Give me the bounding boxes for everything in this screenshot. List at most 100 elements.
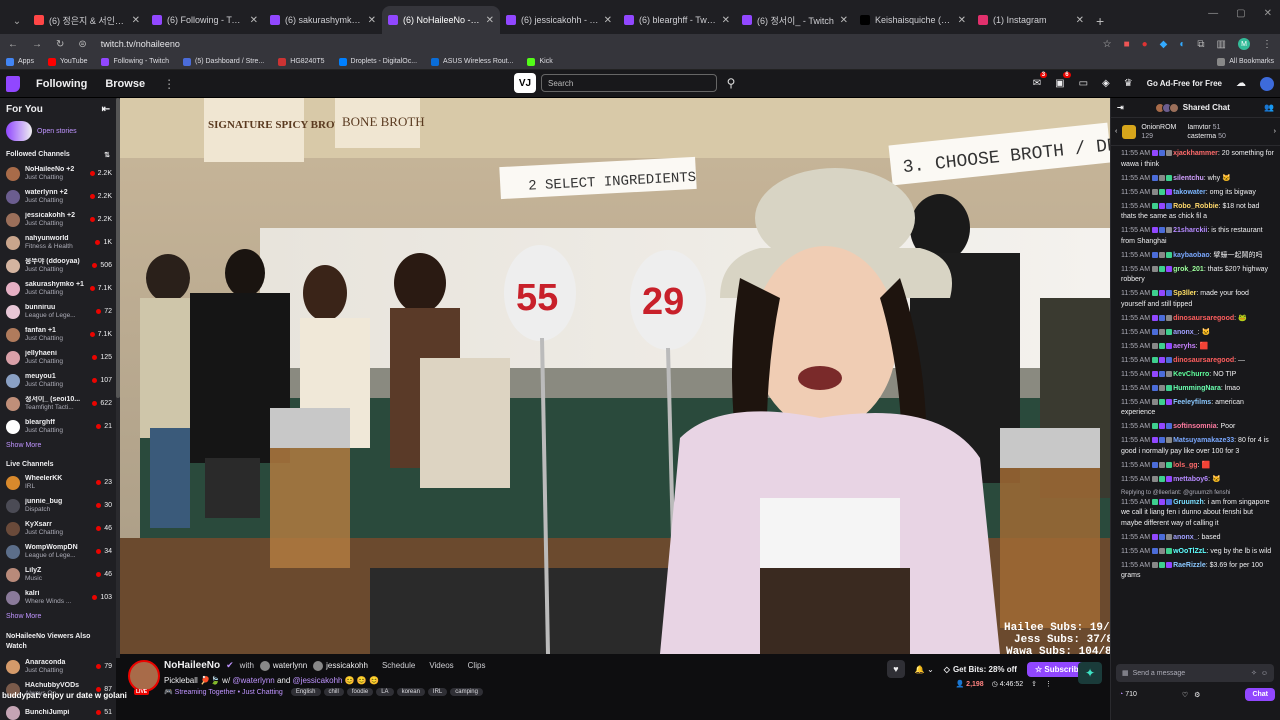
chat-username[interactable]: Sp3ller (1173, 290, 1196, 297)
browser-tab[interactable]: (6) sakurashymko - Twitch ✕ (264, 6, 382, 34)
leaderboard-prev-icon[interactable]: ‹ (1115, 128, 1117, 135)
chat-username[interactable]: dinosaursaregood (1173, 357, 1234, 364)
extension-icon-4[interactable]: ◐ (1179, 39, 1185, 50)
bookmark-item[interactable]: Kick (527, 57, 553, 66)
sidebar-channel[interactable]: kalri Where Winds ... 103 (0, 586, 116, 609)
sidebar-channel[interactable]: junnie_bug Dispatch 30 (0, 494, 116, 517)
browser-tab[interactable]: (6) Following - Twitch ✕ (146, 6, 264, 34)
bookmark-item[interactable]: ASUS Wireless Rout... (431, 57, 513, 66)
sidebar-channel[interactable]: 뭉뚜야 (ddooyaa) Just Chatting 506 (0, 254, 116, 277)
chat-username[interactable]: Gruumzh (1173, 499, 1204, 506)
chat-username[interactable]: HummingNara (1173, 385, 1221, 392)
vj-extension-button[interactable]: VJ (514, 73, 536, 93)
chat-username[interactable]: KevChurro (1173, 371, 1209, 378)
browse-link[interactable]: Browse (105, 78, 145, 90)
tab-close-icon[interactable]: ✕ (1076, 15, 1084, 26)
new-tab-button[interactable]: + (1096, 8, 1104, 34)
chat-username[interactable]: RaeRizzle (1173, 562, 1206, 569)
browser-tab[interactable]: (6) jessicakohh - Twitch ✕ (500, 6, 618, 34)
inbox-icon[interactable]: ✉ 3 (1033, 72, 1048, 89)
stream-tag[interactable]: LA (376, 688, 394, 696)
stream-tag[interactable]: English (290, 688, 321, 696)
collapse-chat-icon[interactable]: ⇥ (1117, 103, 1124, 112)
mention-jessicakohh[interactable]: @jessicakohh (293, 676, 343, 685)
collab-jessicakohh[interactable]: jessicakohh (313, 660, 368, 671)
stream-tag[interactable]: foodie (346, 688, 374, 696)
chat-username[interactable]: aeryhs (1173, 343, 1196, 350)
tab-close-icon[interactable]: ✕ (840, 15, 848, 26)
sidebar-channel[interactable]: blearghff Just Chatting 21 (0, 415, 116, 438)
sidebar-channel[interactable]: WheelerKK IRL 23 (0, 471, 116, 494)
bookmark-item[interactable]: Apps (6, 57, 34, 66)
browser-tab[interactable]: (1) Instagram ✕ (972, 6, 1090, 34)
browser-tab[interactable]: (6) NoHaileeNo - Twitch ✕ (382, 6, 500, 34)
extensions-puzzle-icon[interactable]: ⧉ (1197, 39, 1204, 50)
emote-picker-icon[interactable]: ☺ (1261, 670, 1268, 677)
user-avatar[interactable] (1260, 76, 1274, 91)
whispers-icon[interactable]: ▭ (1079, 78, 1088, 89)
sidebar-channel[interactable]: KyXsarr Just Chatting 46 (0, 517, 116, 540)
tab-close-icon[interactable]: ✕ (250, 15, 258, 26)
tab-close-icon[interactable]: ✕ (722, 15, 730, 26)
sidebar-channel[interactable]: meuyou1 Just Chatting 107 (0, 369, 116, 392)
chat-username[interactable]: 21sharckii (1173, 227, 1207, 234)
sidebar-channel[interactable]: 정서이_ (seoi10... Teamfight Tacti... 622 (0, 392, 116, 415)
tab-close-icon[interactable]: ✕ (604, 15, 612, 26)
tab-close-icon[interactable]: ✕ (368, 15, 376, 26)
leaderboard-next-icon[interactable]: › (1274, 128, 1276, 135)
sidebar-channel[interactable]: nahyunworld Fitness & Health 1K (0, 231, 116, 254)
sidebar-channel[interactable]: waterlynn +2 Just Chatting 2.2K (0, 185, 116, 208)
tab-clips[interactable]: Clips (468, 661, 486, 670)
chat-username[interactable]: mettaboy6 (1173, 476, 1208, 483)
turbo-icon[interactable]: ☁ (1236, 78, 1246, 89)
browser-tab[interactable]: (6) blearghff - Twitch ✕ (618, 6, 736, 34)
following-link[interactable]: Following (36, 78, 87, 90)
chat-username[interactable]: lols_gg (1173, 462, 1198, 469)
sidebar-channel[interactable]: LilyZ Music 46 (0, 563, 116, 586)
minimize-icon[interactable]: — (1208, 8, 1218, 19)
close-window-icon[interactable]: ✕ (1264, 8, 1272, 19)
chat-username[interactable]: softinsomnia (1173, 423, 1217, 430)
tab-search-icon[interactable]: ⌄ (6, 8, 28, 34)
browser-tab[interactable]: (6) 정서이_ - Twitch ✕ (736, 6, 854, 34)
share-icon[interactable]: ⇪ (1031, 680, 1037, 688)
sidebar-channel[interactable]: jessicakohh +2 Just Chatting 2.2K (0, 208, 116, 231)
open-stories[interactable]: Open stories (0, 119, 116, 145)
bits-icon[interactable]: ◈ (1102, 78, 1110, 89)
video-player[interactable]: SIGNATURE SPICY BROTH BONE BROTH 2 SELEC… (120, 98, 1110, 654)
sidepanel-icon[interactable]: ▥ (1217, 39, 1226, 50)
extension-panel-icon[interactable]: ✦ (1078, 662, 1102, 684)
tab-videos[interactable]: Videos (429, 661, 453, 670)
chat-username[interactable]: silentchu (1173, 175, 1204, 182)
chat-username[interactable]: kaybaobao (1173, 252, 1210, 259)
maximize-icon[interactable]: ▢ (1236, 8, 1245, 19)
site-info-icon[interactable]: ⊜ (78, 39, 86, 50)
collapse-sidebar-icon[interactable]: ⇤ (102, 104, 110, 115)
chat-username[interactable]: dinosaursaregood (1173, 315, 1234, 322)
get-bits-button[interactable]: ◇ Get Bits: 28% off (944, 665, 1017, 674)
url-field[interactable]: twitch.tv/nohaileeno (101, 39, 180, 49)
bookmark-item[interactable]: HG8240T5 (278, 57, 325, 66)
chat-username[interactable]: Feeleyfilms (1173, 399, 1211, 406)
bits-cheer-icon[interactable]: ✧ (1251, 669, 1257, 677)
browser-tab[interactable]: Keishaisquiche (@keishaisquiche) ✕ (854, 6, 972, 34)
tab-close-icon[interactable]: ✕ (486, 15, 494, 26)
all-bookmarks[interactable]: All Bookmarks (1217, 57, 1274, 66)
more-menu-icon[interactable]: ⋮ (163, 77, 175, 91)
stream-more-icon[interactable]: ⋮ (1045, 680, 1052, 688)
sidebar-channel[interactable]: bunniruu League of Lege... 72 (0, 300, 116, 323)
crown-icon[interactable]: ♛ (1124, 78, 1133, 89)
search-input[interactable] (541, 74, 717, 92)
streamer-avatar[interactable] (128, 660, 160, 692)
chat-input[interactable] (1132, 669, 1247, 677)
sidebar-channel[interactable]: fanfan +1 Just Chatting 7.1K (0, 323, 116, 346)
streamer-name[interactable]: NoHaileeNo (164, 660, 220, 671)
community-icon[interactable]: 👥 (1264, 103, 1274, 112)
chat-username[interactable]: Robo_Robbie (1173, 203, 1219, 210)
chat-username[interactable]: Matsuyamakaze33 (1173, 437, 1234, 444)
browser-tab[interactable]: (6) 정은지 & 서인국 - All For You ✕ (28, 6, 146, 34)
search-icon[interactable]: ⚲ (722, 76, 740, 90)
mention-waterlynn[interactable]: @waterlynn (232, 676, 274, 685)
chat-username[interactable]: anonx_ (1173, 534, 1198, 541)
forward-icon[interactable]: → (32, 39, 42, 50)
